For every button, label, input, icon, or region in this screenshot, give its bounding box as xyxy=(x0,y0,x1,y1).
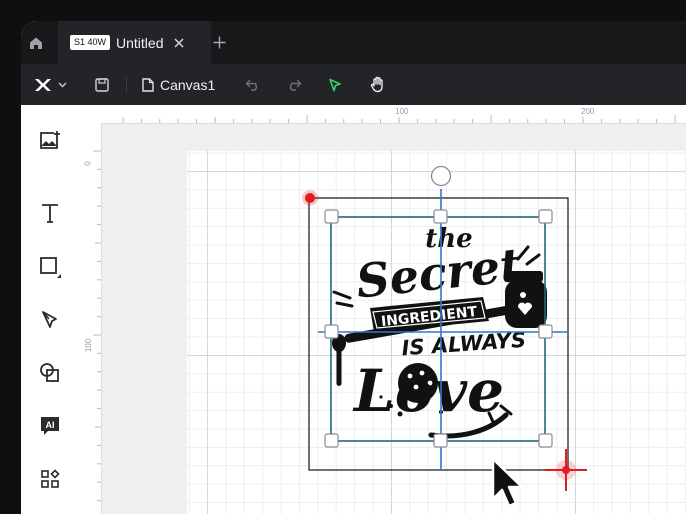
rotate-handle[interactable] xyxy=(430,165,452,187)
design-artwork[interactable]: the Secret INGREDIENT IS ALWAYS Love xyxy=(332,224,547,439)
resize-handle-left[interactable] xyxy=(324,324,339,339)
design-text-secret: Secret xyxy=(354,238,524,309)
resize-handle-bottom-right[interactable] xyxy=(538,433,553,448)
app-window: S1 40W Untitled Canvas1 AI 100 200 0 100… xyxy=(21,21,686,514)
resize-handle-top-left[interactable] xyxy=(324,209,339,224)
design-layer: the Secret INGREDIENT IS ALWAYS Love xyxy=(302,165,587,508)
crosshair-marker[interactable] xyxy=(545,449,587,491)
resize-handle-top[interactable] xyxy=(433,209,448,224)
mouse-cursor-icon xyxy=(491,457,524,508)
resize-handle-bottom-left[interactable] xyxy=(324,433,339,448)
origin-marker[interactable] xyxy=(305,193,315,203)
design-text-love: Love xyxy=(352,357,504,425)
resize-handle-bottom[interactable] xyxy=(433,433,448,448)
resize-handle-top-right[interactable] xyxy=(538,209,553,224)
resize-handle-right[interactable] xyxy=(538,324,553,339)
